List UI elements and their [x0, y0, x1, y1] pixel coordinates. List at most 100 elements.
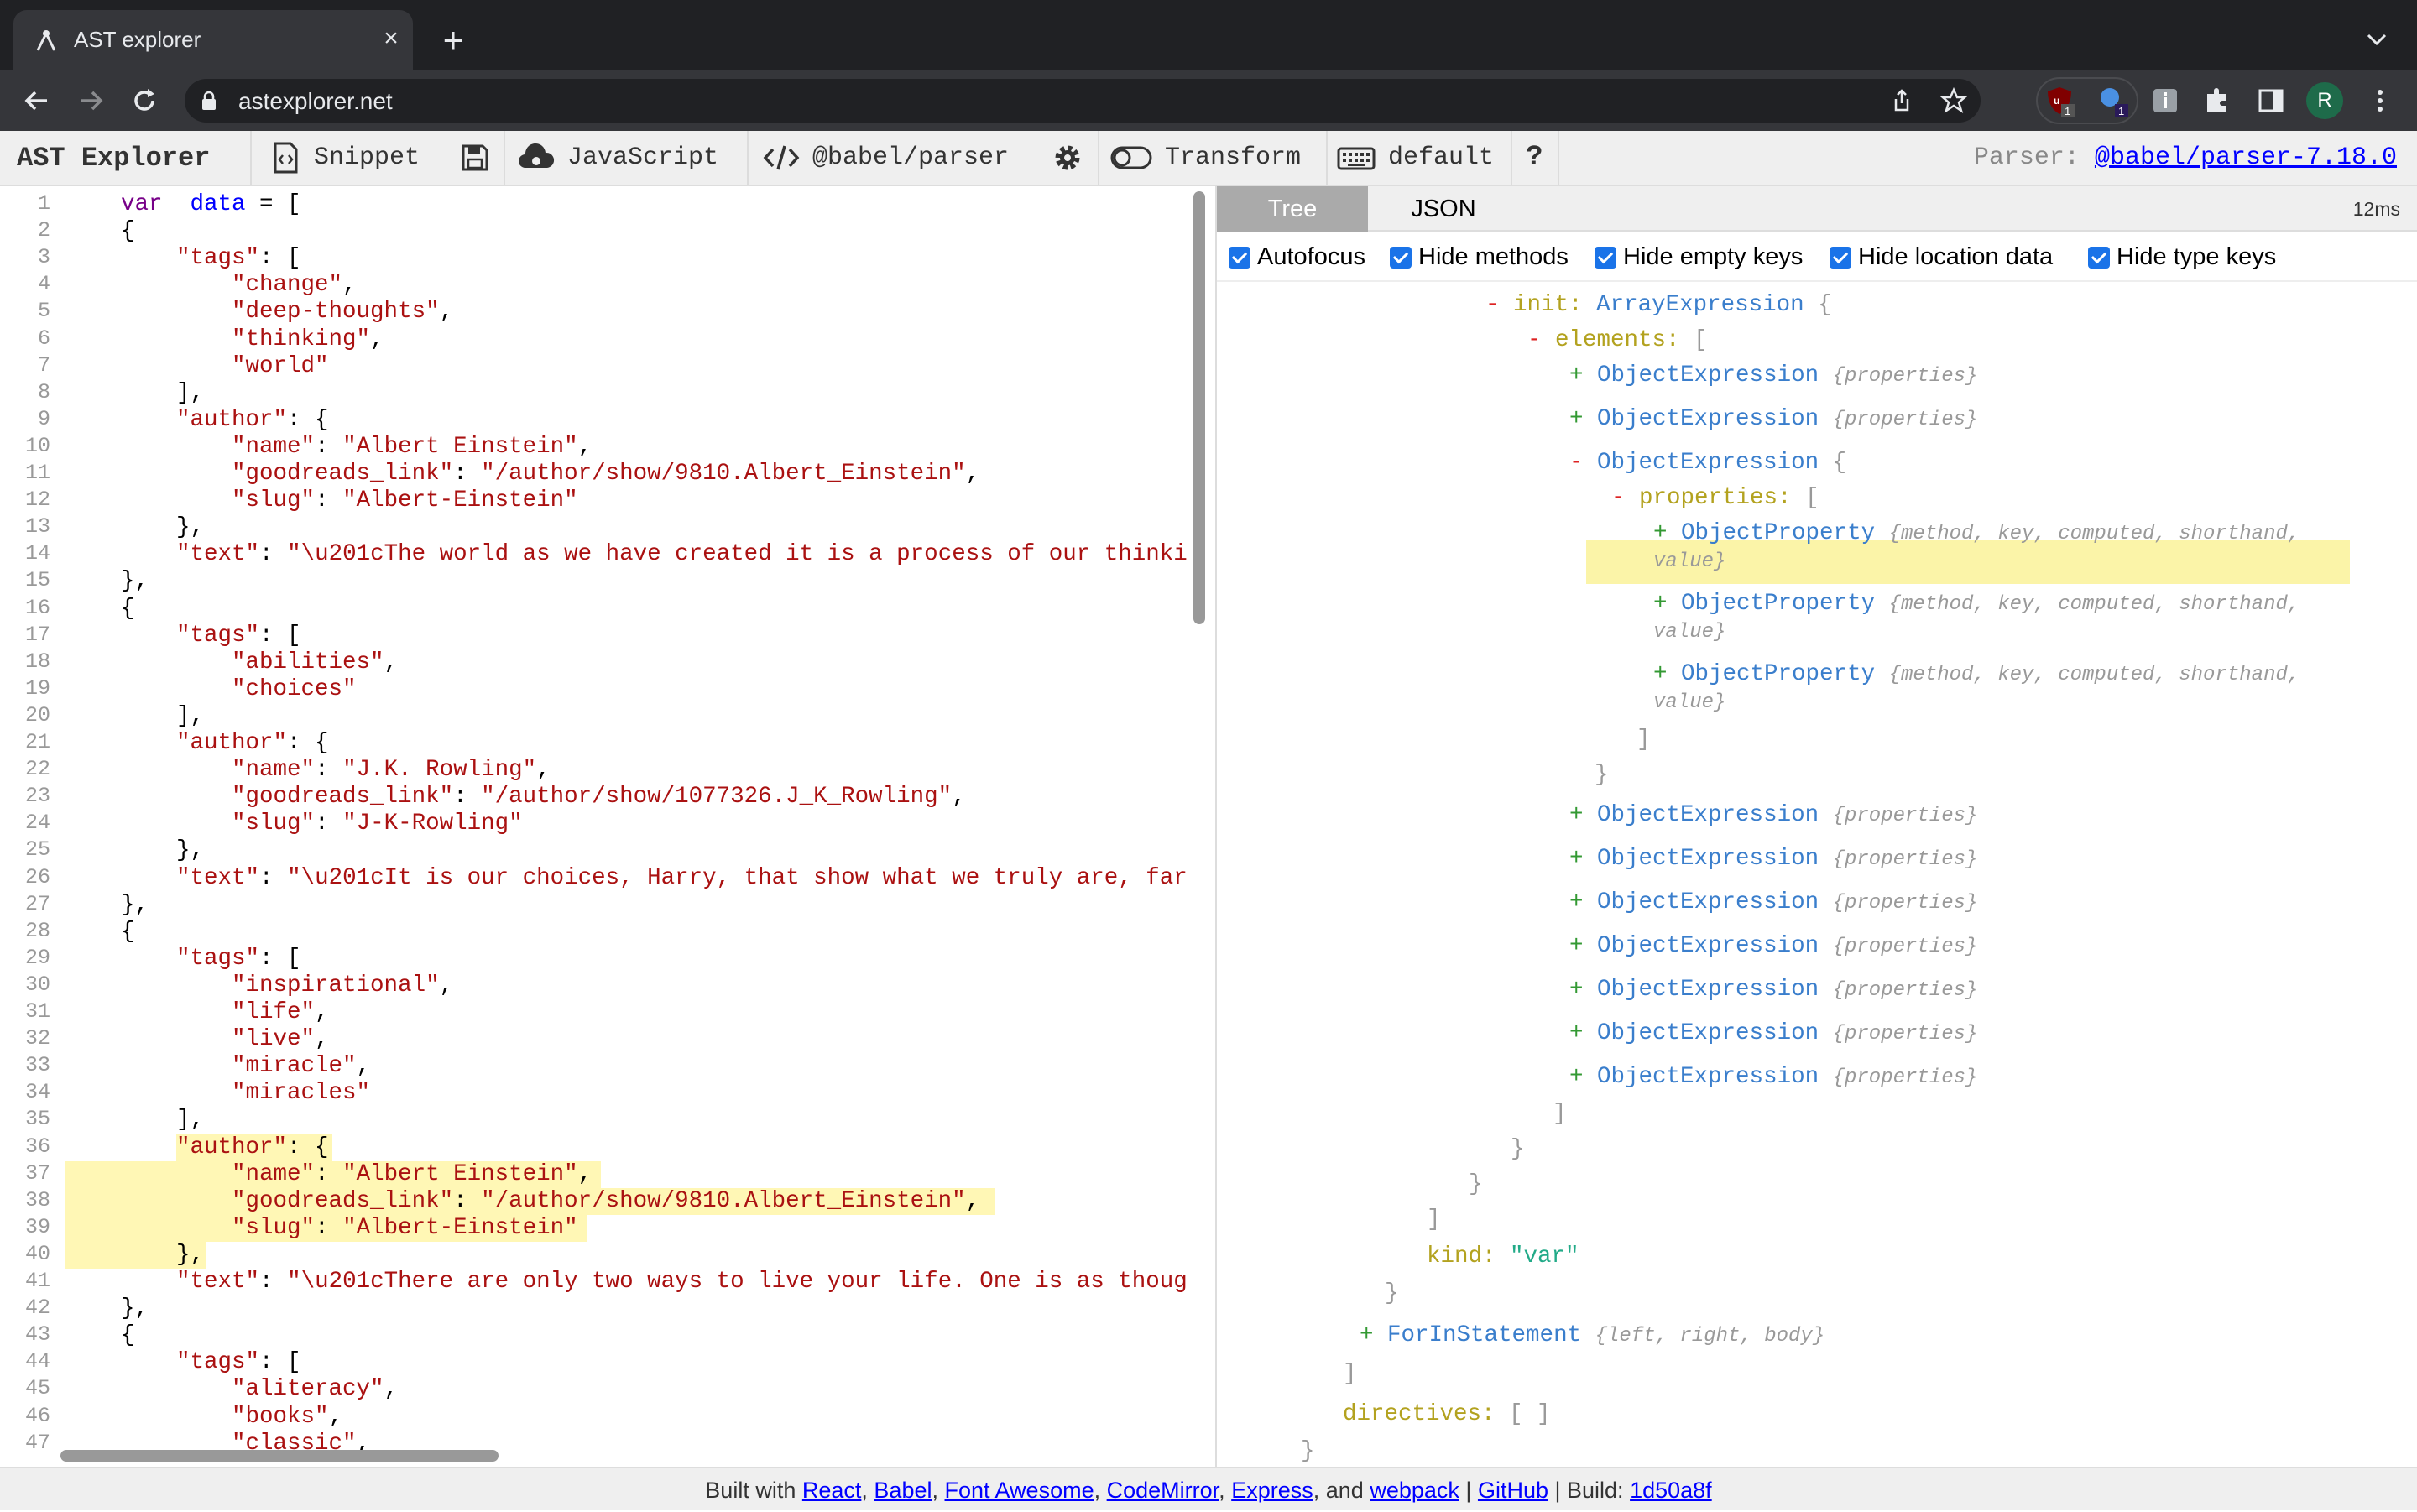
reload-icon[interactable] [126, 82, 163, 119]
kebab-menu-icon[interactable] [2362, 82, 2399, 119]
omnibox[interactable]: astexplorer.net [185, 79, 1981, 123]
side-panel-icon[interactable] [2253, 82, 2289, 119]
parser-button[interactable]: @babel/parser [762, 131, 1009, 185]
code-line: "tags": [ [121, 1349, 301, 1376]
code-line: "text": "\u201cThere are only two ways t… [121, 1269, 1188, 1296]
tree-node-object[interactable]: + ObjectExpression {properties} [1569, 802, 1977, 830]
code-token: "slug" [232, 1214, 316, 1241]
address-bar: astexplorer.net u1 1 R [0, 70, 2417, 131]
option-hide-location-data[interactable]: Hide location data [1830, 243, 2053, 271]
forward-icon[interactable] [72, 82, 109, 119]
tree-node-object-property[interactable]: + ObjectProperty {method, key, computed,… [1653, 591, 2341, 646]
chevron-down-icon[interactable] [2360, 23, 2394, 57]
help-button[interactable]: ? [1526, 131, 1543, 185]
share-icon[interactable] [1888, 87, 1915, 114]
profile-avatar[interactable]: R [2306, 82, 2343, 119]
tree-node-object[interactable]: + ObjectExpression {properties} [1569, 933, 1977, 961]
lock-icon[interactable] [200, 91, 218, 111]
transform-button[interactable]: Transform [1109, 131, 1301, 185]
react-link[interactable]: React [802, 1478, 862, 1503]
code-content[interactable]: var data = [{ "tags": [ "change", "deep-… [0, 186, 1208, 1467]
snippet-button[interactable]: Snippet [269, 131, 420, 185]
code-token: { [121, 1322, 135, 1349]
footer-text: Build: [1567, 1478, 1624, 1503]
new-tab-icon[interactable]: + [433, 22, 473, 62]
extension-badge-icon[interactable]: 1 [2095, 82, 2132, 119]
code-line: "world" [121, 353, 329, 380]
checkbox[interactable] [2088, 246, 2110, 269]
code-token: "Albert-Einstein" [342, 487, 578, 514]
close-tab-icon[interactable]: × [374, 22, 408, 55]
github-link[interactable]: GitHub [1478, 1478, 1548, 1503]
language-button[interactable]: JavaScript [517, 131, 718, 185]
keymap-label: default [1388, 143, 1495, 172]
editor-horizontal-scrollbar[interactable] [60, 1450, 499, 1462]
code-token: "miracles" [232, 1080, 371, 1107]
puzzle-extensions-icon[interactable] [2199, 82, 2236, 119]
code-token: , [328, 1403, 343, 1430]
back-icon[interactable] [18, 82, 55, 119]
code-line: "miracle", [121, 1053, 370, 1080]
tree-node-kind[interactable]: kind: "var" [1427, 1243, 1579, 1270]
code-token: "goodreads_link" [232, 461, 454, 487]
toolbar-divider [1098, 131, 1099, 185]
code-line: "slug": "J-K-Rowling" [121, 811, 523, 837]
url-text[interactable]: astexplorer.net [238, 88, 393, 115]
parser-version-link[interactable]: @babel/parser-7.18.0 [2095, 143, 2397, 172]
editor-vertical-scrollbar[interactable] [1193, 191, 1205, 624]
tree-node-object[interactable]: + ObjectExpression {properties} [1569, 889, 1977, 917]
gear-icon[interactable] [1052, 143, 1083, 173]
option-hide-methods[interactable]: Hide methods [1390, 243, 1569, 271]
brace: } [1301, 1438, 1315, 1464]
tree-node-directives[interactable]: directives: [ ] [1343, 1401, 1551, 1428]
express-link[interactable]: Express [1231, 1478, 1313, 1503]
tree-node-object[interactable]: + ObjectExpression {properties} [1569, 1064, 1977, 1092]
browser-tab[interactable]: AST explorer × [13, 10, 413, 70]
tree-node-object-property[interactable]: + ObjectProperty {method, key, computed,… [1653, 520, 2341, 576]
code-line: "name": "J.K. Rowling", [121, 757, 551, 784]
info-extension-icon[interactable] [2147, 82, 2184, 119]
font-awesome-link[interactable]: Font Awesome [945, 1478, 1094, 1503]
tree-node-object-expanded[interactable]: - ObjectExpression { [1569, 450, 1846, 477]
code-editor[interactable]: 1 2 3 4 5 6 7 8 9 10 11 12 13 14 15 16 17 18 19 20 21 22 23 24 2… [0, 186, 1215, 1467]
option-autofocus[interactable]: Autofocus [1229, 243, 1365, 271]
tree-node-forin[interactable]: + ForInStatement {left, right, body} [1360, 1322, 1824, 1350]
save-icon[interactable] [458, 141, 492, 175]
checkbox[interactable] [1390, 246, 1412, 269]
tree-node-object[interactable]: + ObjectExpression {properties} [1569, 362, 1977, 390]
tree-node-object[interactable]: + ObjectExpression {properties} [1569, 977, 1977, 1004]
tree-node-object[interactable]: + ObjectExpression {properties} [1569, 846, 1977, 873]
tab-json[interactable]: JSON [1368, 186, 1519, 232]
tree-node-object[interactable]: + ObjectExpression {properties} [1569, 406, 1977, 434]
tree-node-properties[interactable]: - properties: [ [1611, 485, 1819, 512]
ublock-extension-icon[interactable]: u1 [2041, 82, 2078, 119]
babel-link[interactable]: Babel [874, 1478, 932, 1503]
bracket: ] [1637, 727, 1651, 753]
build-hash-link[interactable]: 1d50a8f [1630, 1478, 1712, 1503]
code-token: , [356, 1053, 371, 1080]
tab-tree[interactable]: Tree [1217, 186, 1368, 232]
code-token: var [121, 191, 163, 217]
webpack-link[interactable]: webpack [1370, 1478, 1459, 1503]
code-token: : { [287, 406, 329, 433]
keymap-button[interactable]: default [1336, 131, 1494, 185]
code-token: : [259, 864, 288, 891]
code-token: , [439, 972, 454, 998]
brace: } [1595, 762, 1609, 788]
tree-node-elements[interactable]: - elements: [ [1527, 327, 1708, 354]
option-hide-empty-keys[interactable]: Hide empty keys [1595, 243, 1803, 271]
checkbox[interactable] [1229, 246, 1250, 269]
bookmark-star-icon[interactable] [1940, 87, 1967, 114]
tree-node-object[interactable]: + ObjectExpression {properties} [1569, 1020, 1977, 1048]
tree-node-init[interactable]: - init: ArrayExpression { [1485, 292, 1832, 319]
checkbox[interactable] [1830, 246, 1851, 269]
option-hide-type-keys[interactable]: Hide type keys [2088, 243, 2276, 271]
tree-node-object-property[interactable]: + ObjectProperty {method, key, computed,… [1653, 661, 2341, 717]
codemirror-link[interactable]: CodeMirror [1107, 1478, 1219, 1503]
tab-title: AST explorer [74, 27, 201, 52]
checkbox[interactable] [1595, 246, 1616, 269]
